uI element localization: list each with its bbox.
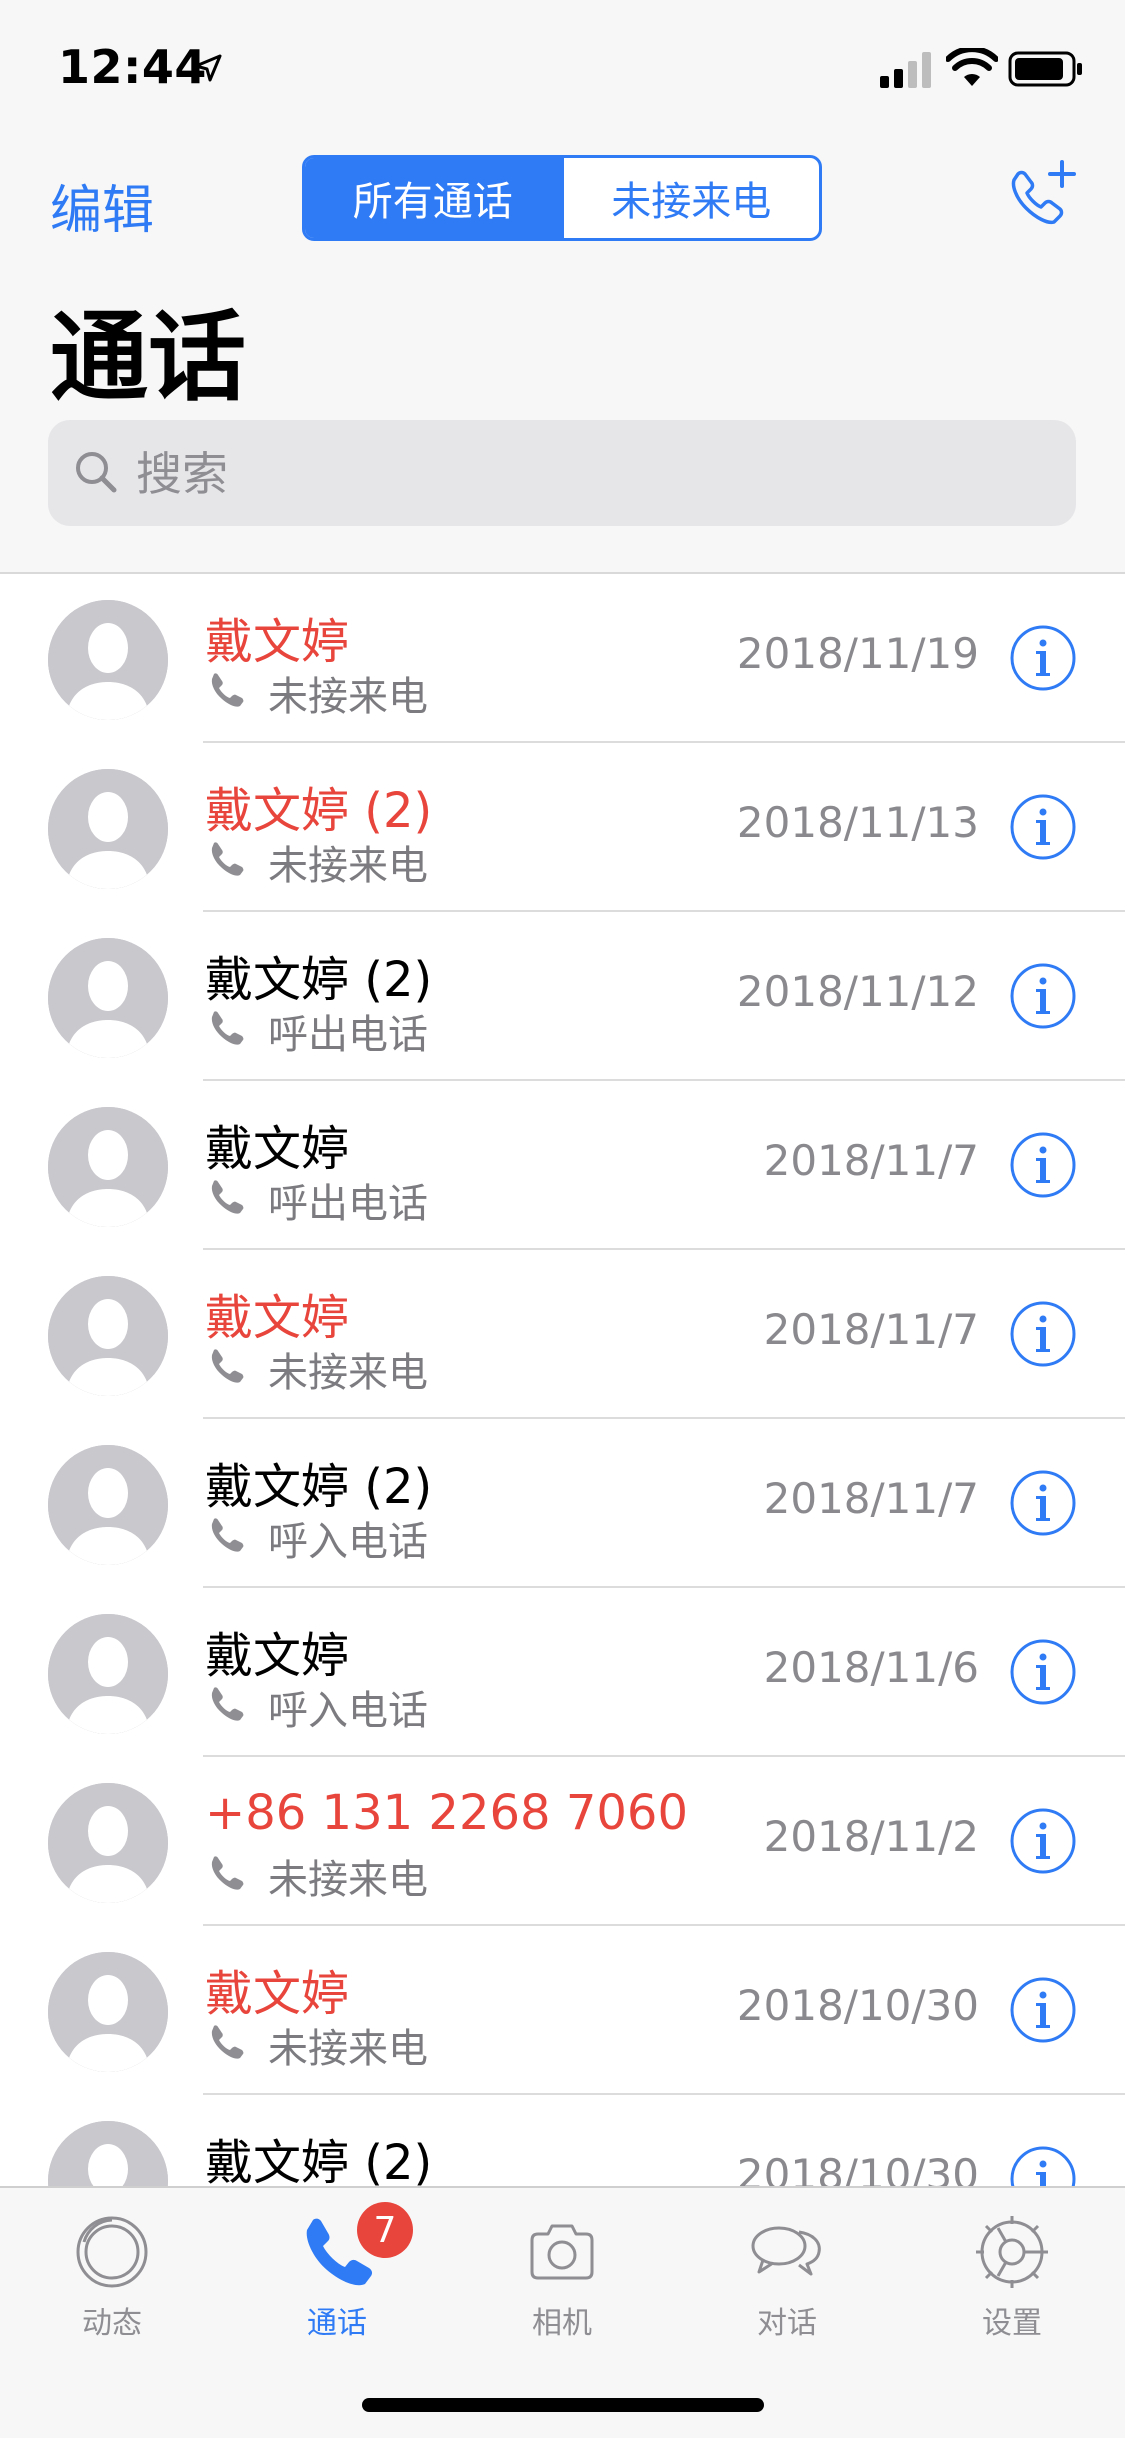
contact-name: 戴文婷 (2) — [205, 1459, 433, 1515]
call-row[interactable]: 戴文婷 呼出电话 2018/11/7 — [0, 1081, 1125, 1250]
info-icon[interactable] — [1010, 1301, 1076, 1367]
call-type: 呼入电话 — [268, 1688, 428, 1734]
missed-calls-badge: 7 — [357, 2202, 413, 2258]
segment-missed-calls[interactable]: 未接来电 — [560, 158, 820, 238]
tab-moments[interactable]: 动态 — [32, 2202, 192, 2342]
contact-name: 戴文婷 (2) — [205, 952, 433, 1008]
phone-small-icon — [207, 1854, 245, 1892]
status-time: 12:44 — [58, 40, 207, 94]
contact-avatar — [48, 938, 168, 1058]
call-type: 未接来电 — [268, 1857, 428, 1903]
contact-name: +86 131 2268 7060 — [205, 1785, 688, 1841]
call-type: 未接来电 — [268, 674, 428, 720]
contact-avatar — [48, 600, 168, 720]
cellular-signal-icon — [880, 52, 931, 88]
call-date: 2018/11/6 — [763, 1643, 979, 1692]
search-input[interactable] — [134, 420, 1038, 528]
call-type: 呼出电话 — [268, 1181, 428, 1227]
search-icon — [76, 452, 117, 493]
phone-small-icon — [207, 2023, 245, 2061]
call-date: 2018/11/7 — [763, 1474, 979, 1523]
search-bar[interactable] — [48, 420, 1076, 528]
info-icon[interactable] — [1010, 794, 1076, 860]
contact-name: 戴文婷 (2) — [205, 783, 433, 839]
info-icon[interactable] — [1010, 1808, 1076, 1874]
contact-name: 戴文婷 — [205, 1121, 350, 1177]
moments-icon — [76, 2216, 148, 2288]
call-date: 2018/11/13 — [736, 798, 979, 847]
contact-avatar — [48, 1107, 168, 1227]
page-title: 通话 — [50, 301, 247, 415]
tab-camera[interactable]: 相机 — [482, 2202, 642, 2342]
tab-chat[interactable]: 对话 — [707, 2202, 867, 2342]
contact-name: 戴文婷 — [205, 1290, 350, 1346]
edit-button[interactable]: 编辑 — [50, 168, 154, 243]
phone-small-icon — [207, 1685, 245, 1723]
call-date: 2018/11/12 — [736, 967, 979, 1016]
call-type: 未接来电 — [268, 843, 428, 889]
home-indicator — [362, 2398, 764, 2412]
call-row[interactable]: 戴文婷 (2) 呼出电话 2018/11/12 — [0, 912, 1125, 1081]
chat-icon — [751, 2226, 821, 2276]
call-type: 未接来电 — [268, 1350, 428, 1396]
tab-label: 通话 — [307, 2306, 367, 2341]
call-type: 呼出电话 — [268, 1012, 428, 1058]
info-icon[interactable] — [1010, 963, 1076, 1029]
phone-small-icon — [207, 1516, 245, 1554]
tab-settings[interactable]: 设置 — [932, 2202, 1092, 2342]
call-row[interactable]: +86 131 2268 7060 未接来电 2018/11/2 — [0, 1757, 1125, 1926]
battery-icon — [1008, 51, 1082, 87]
call-type: 呼入电话 — [268, 1519, 428, 1565]
tab-calls[interactable]: 7 通话 — [257, 2202, 417, 2342]
contact-avatar — [48, 1952, 168, 2072]
segment-all-calls[interactable]: 所有通话 — [305, 158, 561, 238]
contact-name: 戴文婷 — [205, 614, 350, 670]
contact-avatar — [48, 1614, 168, 1734]
contact-avatar — [48, 1445, 168, 1565]
info-icon[interactable] — [1010, 1470, 1076, 1536]
call-row[interactable]: 戴文婷 (2) 呼入电话 2018/11/7 — [0, 1419, 1125, 1588]
call-date: 2018/11/19 — [736, 629, 979, 678]
contact-name: 戴文婷 — [205, 1628, 350, 1684]
call-row[interactable]: 戴文婷 未接来电 2018/11/7 — [0, 1250, 1125, 1419]
call-row[interactable]: 戴文婷 (2) 未接来电 2018/11/13 — [0, 743, 1125, 912]
phone-small-icon — [207, 1009, 245, 1047]
call-date: 2018/11/2 — [763, 1812, 979, 1861]
call-date: 2018/11/7 — [763, 1136, 979, 1185]
contact-name: 戴文婷 — [205, 1966, 350, 2022]
info-icon[interactable] — [1010, 625, 1076, 691]
tab-label: 对话 — [757, 2306, 817, 2341]
contact-avatar — [48, 769, 168, 889]
call-type: 未接来电 — [268, 2026, 428, 2072]
camera-icon — [530, 2224, 594, 2280]
contact-avatar — [48, 1276, 168, 1396]
location-arrow-icon — [194, 54, 222, 82]
call-row[interactable]: 戴文婷 未接来电 2018/10/30 — [0, 1926, 1125, 2095]
wifi-icon — [946, 48, 998, 86]
info-icon[interactable] — [1010, 1977, 1076, 2043]
tab-label: 相机 — [532, 2306, 592, 2341]
tab-label: 设置 — [982, 2306, 1042, 2341]
phone-small-icon — [207, 840, 245, 878]
info-icon[interactable] — [1010, 1639, 1076, 1705]
call-row[interactable]: 戴文婷 未接来电 2018/11/19 — [0, 574, 1125, 743]
call-date: 2018/10/30 — [736, 1981, 979, 2030]
settings-gear-icon — [976, 2216, 1048, 2288]
phone-small-icon — [207, 671, 245, 709]
add-call-icon[interactable] — [1000, 158, 1080, 234]
contact-avatar — [48, 1783, 168, 1903]
info-icon[interactable] — [1010, 1132, 1076, 1198]
contact-name: 戴文婷 (2) — [205, 2135, 433, 2191]
phone-small-icon — [207, 1347, 245, 1385]
phone-small-icon — [207, 1178, 245, 1216]
call-date: 2018/11/7 — [763, 1305, 979, 1354]
call-row[interactable]: 戴文婷 呼入电话 2018/11/6 — [0, 1588, 1125, 1757]
tab-label: 动态 — [82, 2306, 142, 2341]
call-filter-segmented-control: 所有通话 未接来电 — [302, 155, 822, 241]
